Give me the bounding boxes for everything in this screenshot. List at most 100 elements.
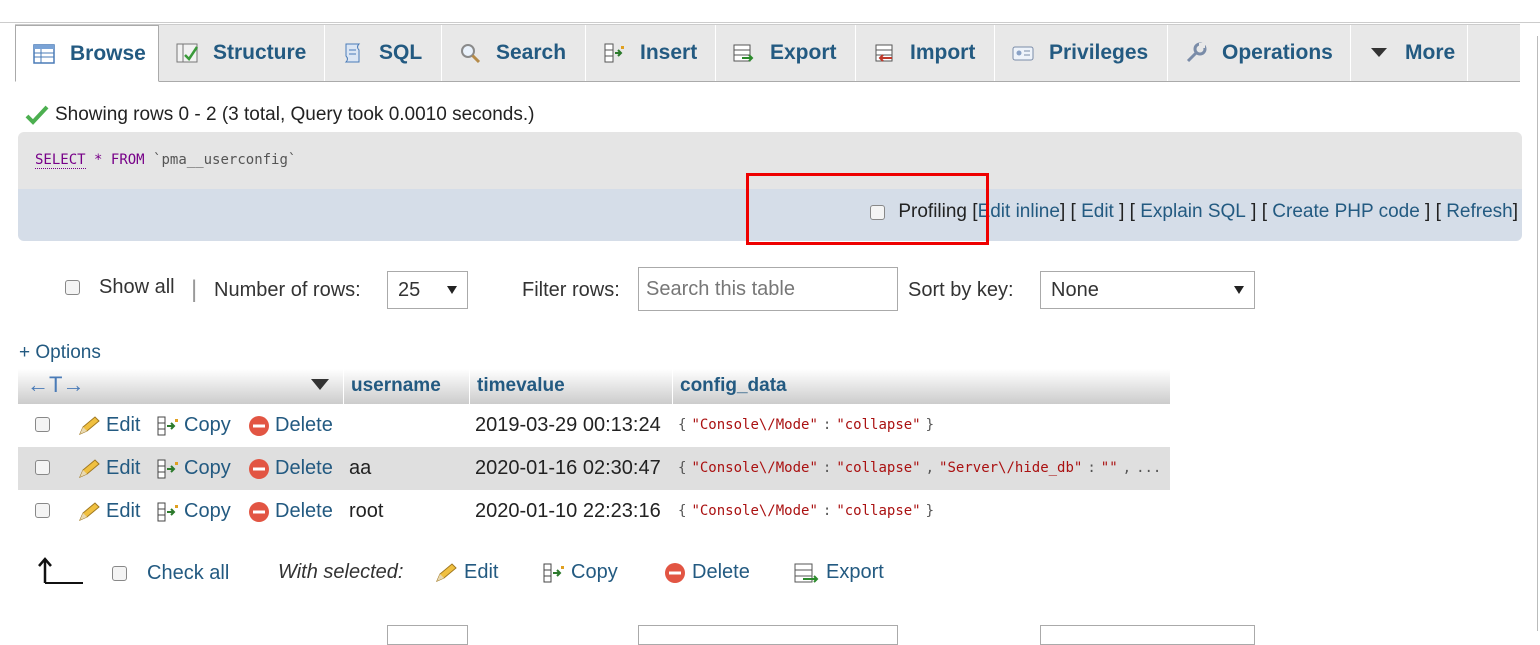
column-resize-handle[interactable]: ←T→ bbox=[27, 372, 84, 398]
cell-config-data[interactable]: {"Console\/Mode": "collapse"} bbox=[678, 417, 934, 433]
row-checkbox[interactable] bbox=[35, 417, 50, 432]
tab-structure-label: Structure bbox=[213, 41, 307, 64]
table-row: Edit Copy Delete root 2020-01-10 22:23:1… bbox=[18, 490, 1170, 533]
create-php-code-link[interactable]: Create PHP code bbox=[1272, 201, 1420, 223]
tab-search[interactable]: Search bbox=[442, 25, 586, 81]
column-divider bbox=[343, 369, 344, 404]
row-delete-label: Delete bbox=[275, 457, 333, 479]
column-header-config-data[interactable]: config_data bbox=[680, 375, 787, 397]
number-of-rows-select[interactable]: 25 bbox=[387, 271, 468, 309]
filter-rows-label: Filter rows: bbox=[522, 279, 620, 301]
number-of-rows-select-bottom[interactable] bbox=[387, 625, 468, 645]
results-table-header: ←T→ username timevalue config_data bbox=[18, 369, 1170, 404]
cell-timevalue[interactable]: 2020-01-16 02:30:47 bbox=[475, 457, 661, 480]
show-all-checkbox[interactable] bbox=[65, 280, 80, 295]
privileges-icon bbox=[1012, 46, 1034, 61]
cell-timevalue[interactable]: 2020-01-10 22:23:16 bbox=[475, 500, 661, 523]
row-edit-action[interactable]: Edit bbox=[77, 414, 140, 437]
check-all-control[interactable]: Check all bbox=[112, 562, 229, 585]
arrow-up-icon bbox=[38, 557, 83, 584]
delete-icon bbox=[249, 415, 269, 436]
cell-username[interactable]: root bbox=[349, 500, 383, 523]
row-delete-label: Delete bbox=[275, 414, 333, 436]
bulk-delete-button[interactable]: Delete bbox=[664, 561, 750, 584]
tab-export-label: Export bbox=[770, 41, 837, 64]
success-message: Showing rows 0 - 2 (3 total, Query took … bbox=[25, 104, 534, 126]
sort-by-key-select[interactable]: None bbox=[1040, 271, 1255, 309]
sql-keyword-select[interactable]: SELECT bbox=[35, 152, 86, 169]
success-text: Showing rows 0 - 2 (3 total, Query took … bbox=[55, 104, 535, 125]
delete-icon bbox=[249, 458, 269, 479]
explain-sql-link[interactable]: Explain SQL bbox=[1140, 201, 1246, 223]
caret-down-icon bbox=[1371, 48, 1387, 57]
caret-down-icon bbox=[1234, 286, 1244, 294]
bulk-actions-bar: Check all With selected: Edit Copy Delet… bbox=[0, 552, 1540, 592]
row-edit-label: Edit bbox=[106, 500, 141, 522]
tab-operations-label: Operations bbox=[1222, 41, 1333, 64]
edit-inline-link[interactable]: Edit inline bbox=[978, 201, 1060, 223]
column-header-timevalue[interactable]: timevalue bbox=[477, 375, 565, 397]
filter-rows-input-bottom[interactable] bbox=[638, 625, 898, 645]
filter-rows-placeholder: Search this table bbox=[646, 277, 795, 300]
row-copy-action[interactable]: Copy bbox=[157, 457, 231, 480]
row-edit-label: Edit bbox=[106, 457, 141, 479]
filter-rows-input[interactable]: Search this table bbox=[638, 267, 898, 311]
tab-insert[interactable]: Insert bbox=[586, 25, 716, 81]
tab-operations[interactable]: Operations bbox=[1168, 25, 1351, 81]
tab-import-label: Import bbox=[910, 41, 976, 64]
options-toggle[interactable]: + Options bbox=[19, 342, 101, 364]
bulk-export-label: Export bbox=[826, 561, 884, 583]
bulk-edit-button[interactable]: Edit bbox=[434, 561, 498, 584]
cell-config-data[interactable]: {"Console\/Mode": "collapse"} bbox=[678, 503, 934, 519]
bracket: ] [ bbox=[1059, 201, 1082, 222]
tab-search-label: Search bbox=[496, 41, 567, 64]
row-copy-action[interactable]: Copy bbox=[157, 500, 231, 523]
sort-by-key-value: None bbox=[1051, 278, 1099, 301]
row-edit-action[interactable]: Edit bbox=[77, 457, 140, 480]
table-row: Edit Copy Delete aa 2020-01-16 02:30:47 … bbox=[18, 447, 1170, 490]
caret-down-icon bbox=[447, 286, 457, 294]
bulk-delete-label: Delete bbox=[692, 561, 750, 583]
tab-privileges[interactable]: Privileges bbox=[995, 25, 1168, 81]
caret-down-icon[interactable] bbox=[311, 379, 329, 391]
check-all-checkbox[interactable] bbox=[112, 566, 127, 581]
row-delete-action[interactable]: Delete bbox=[248, 500, 333, 523]
highlight-box bbox=[746, 173, 989, 245]
tab-browse[interactable]: Browse bbox=[15, 25, 159, 82]
edit-query-link[interactable]: Edit bbox=[1081, 201, 1114, 223]
tab-structure[interactable]: Structure bbox=[159, 25, 325, 81]
refresh-link[interactable]: Refresh bbox=[1446, 201, 1513, 223]
delete-icon bbox=[249, 501, 269, 522]
nav-separator: | bbox=[191, 276, 198, 303]
copy-icon bbox=[157, 459, 178, 478]
row-copy-action[interactable]: Copy bbox=[157, 414, 231, 437]
column-header-username[interactable]: username bbox=[351, 375, 441, 397]
tab-sql[interactable]: SQL bbox=[325, 25, 442, 81]
cell-timevalue[interactable]: 2019-03-29 00:13:24 bbox=[475, 414, 661, 437]
tab-more-label: More bbox=[1405, 41, 1456, 64]
delete-icon bbox=[665, 562, 685, 583]
bulk-copy-button[interactable]: Copy bbox=[543, 561, 618, 584]
row-delete-action[interactable]: Delete bbox=[248, 414, 333, 437]
row-copy-label: Copy bbox=[184, 500, 231, 522]
row-delete-action[interactable]: Delete bbox=[248, 457, 333, 480]
sql-query[interactable]: SELECT * FROM `pma__userconfig` bbox=[35, 152, 297, 169]
bracket: ] [ bbox=[1113, 201, 1141, 222]
bracket: ] [ bbox=[1419, 201, 1447, 222]
sort-by-key-select-bottom[interactable] bbox=[1040, 625, 1255, 645]
row-edit-action[interactable]: Edit bbox=[77, 500, 140, 523]
row-edit-label: Edit bbox=[106, 414, 141, 436]
scroll-divider bbox=[1537, 36, 1538, 631]
tab-import[interactable]: Import bbox=[856, 25, 995, 81]
sql-table-name: `pma__userconfig` bbox=[153, 152, 297, 168]
tab-export[interactable]: Export bbox=[716, 25, 856, 81]
operations-icon bbox=[1186, 42, 1207, 63]
cell-config-data[interactable]: {"Console\/Mode": "collapse", "Server\/hid… bbox=[678, 460, 1161, 476]
tab-more[interactable]: More bbox=[1351, 25, 1468, 81]
bulk-export-button[interactable]: Export bbox=[794, 561, 884, 584]
cell-username[interactable]: aa bbox=[349, 457, 371, 480]
row-checkbox[interactable] bbox=[35, 503, 50, 518]
column-divider bbox=[672, 369, 673, 404]
row-checkbox[interactable] bbox=[35, 460, 50, 475]
copy-icon bbox=[543, 563, 564, 582]
